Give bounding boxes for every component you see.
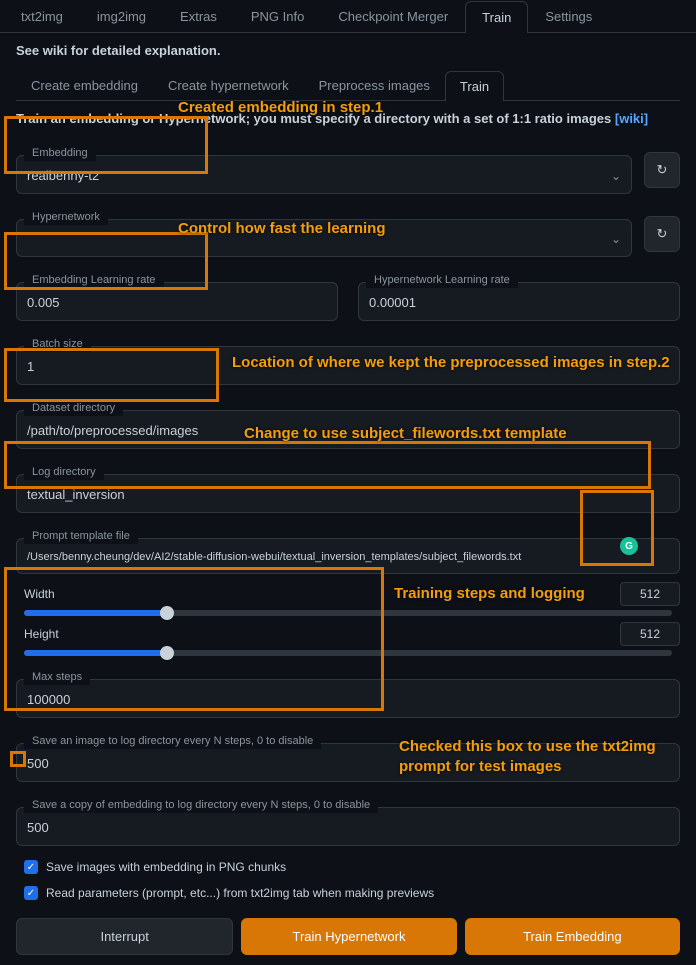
tab-txt2img[interactable]: txt2img: [4, 0, 80, 32]
batch-input[interactable]: [16, 346, 680, 385]
log-label: Log directory: [24, 464, 104, 480]
emb-lr-label: Embedding Learning rate: [24, 272, 164, 288]
saveimg-label: Save an image to log directory every N s…: [24, 733, 321, 749]
train-subtabs: Create embedding Create hypernetwork Pre…: [16, 70, 680, 101]
tab-extras[interactable]: Extras: [163, 0, 234, 32]
hypernetwork-select[interactable]: ⌄: [16, 219, 632, 257]
refresh-icon: ↻: [657, 162, 668, 178]
read-params-label: Read parameters (prompt, etc...) from tx…: [46, 886, 434, 900]
png-chunks-checkbox[interactable]: ✓: [24, 860, 38, 874]
main-tabs: txt2img img2img Extras PNG Info Checkpoi…: [0, 0, 696, 33]
width-value[interactable]: 512: [620, 582, 680, 606]
tab-settings[interactable]: Settings: [528, 0, 609, 32]
tab-img2img[interactable]: img2img: [80, 0, 163, 32]
width-label: Width: [16, 587, 55, 601]
hyp-lr-label: Hypernetwork Learning rate: [366, 272, 518, 288]
embedding-label: Embedding: [24, 145, 96, 161]
tab-pnginfo[interactable]: PNG Info: [234, 0, 321, 32]
subtab-train[interactable]: Train: [445, 71, 504, 101]
train-hypernetwork-button[interactable]: Train Hypernetwork: [241, 918, 456, 955]
height-slider[interactable]: [24, 650, 672, 656]
refresh-hypernetwork-button[interactable]: ↻: [644, 216, 680, 252]
subtab-create-hypernetwork[interactable]: Create hypernetwork: [153, 70, 304, 100]
savecopy-label: Save a copy of embedding to log director…: [24, 797, 378, 813]
log-input[interactable]: [16, 474, 680, 513]
refresh-embedding-button[interactable]: ↻: [644, 152, 680, 188]
dataset-label: Dataset directory: [24, 400, 123, 416]
height-value[interactable]: 512: [620, 622, 680, 646]
maxsteps-input[interactable]: [16, 679, 680, 718]
tab-checkpoint[interactable]: Checkpoint Merger: [321, 0, 465, 32]
interrupt-button[interactable]: Interrupt: [16, 918, 233, 955]
hypernetwork-label: Hypernetwork: [24, 209, 108, 225]
read-params-checkbox[interactable]: ✓: [24, 886, 38, 900]
png-chunks-label: Save images with embedding in PNG chunks: [46, 860, 286, 874]
maxsteps-label: Max steps: [24, 669, 90, 685]
embedding-select[interactable]: realbenny-t2 ⌄: [16, 155, 632, 194]
chevron-down-icon: ⌄: [611, 169, 621, 183]
refresh-icon: ↻: [657, 226, 668, 242]
width-slider[interactable]: [24, 610, 672, 616]
tab-train[interactable]: Train: [465, 1, 528, 33]
height-label: Height: [16, 627, 59, 641]
wiki-note: See wiki for detailed explanation.: [16, 43, 680, 58]
subtab-create-embedding[interactable]: Create embedding: [16, 70, 153, 100]
train-description: Train an embedding or Hypernetwork; you …: [16, 111, 680, 126]
chevron-down-icon: ⌄: [611, 232, 621, 246]
train-embedding-button[interactable]: Train Embedding: [465, 918, 680, 955]
grammarly-icon: G: [620, 537, 638, 555]
subtab-preprocess[interactable]: Preprocess images: [304, 70, 445, 100]
prompt-label: Prompt template file: [24, 528, 138, 544]
batch-label: Batch size: [24, 336, 91, 352]
wiki-link[interactable]: [wiki]: [615, 111, 648, 126]
